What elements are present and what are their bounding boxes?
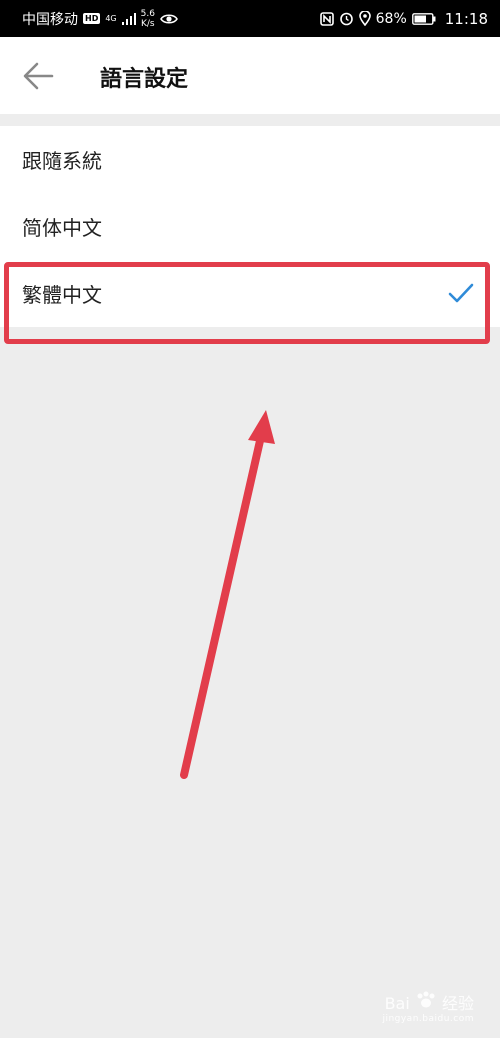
hd-badge: HD [83, 13, 101, 24]
network-type: 4G [105, 14, 117, 23]
watermark-logo: Bai 经验 [382, 990, 474, 1014]
status-bar-right: 68% 11:18 [319, 9, 488, 28]
status-bar-left: 中国移动 HD 4G 5.6 K/s [22, 9, 178, 29]
language-option-simplified-chinese[interactable]: 简体中文 [0, 193, 500, 260]
speed-unit: K/s [140, 18, 155, 29]
location-icon [358, 11, 371, 26]
speed-value: 5.6 [140, 8, 155, 19]
carrier-name: 中国移动 [22, 11, 78, 28]
alarm-icon [339, 12, 353, 26]
screen: 中国移动 HD 4G 5.6 K/s 68% 11:18 語言設定 跟隨系統 简… [0, 0, 500, 1038]
checkmark-icon [448, 283, 474, 303]
battery-percent: 68% [375, 10, 407, 27]
language-option-label: 繁體中文 [22, 283, 102, 307]
battery-icon [411, 12, 436, 25]
app-header: 語言設定 [0, 37, 500, 114]
clock: 11:18 [444, 9, 488, 28]
status-bar: 中国移动 HD 4G 5.6 K/s 68% 11:18 [0, 0, 500, 37]
watermark-url: jingyan.baidu.com [382, 1014, 474, 1024]
language-option-traditional-chinese[interactable]: 繁體中文 [0, 260, 500, 327]
paw-icon [417, 991, 435, 1008]
back-button[interactable] [20, 58, 56, 94]
signal-icon [121, 12, 136, 25]
language-option-label: 跟隨系統 [22, 149, 102, 173]
language-option-label: 简体中文 [22, 216, 102, 240]
nfc-icon [319, 11, 334, 26]
watermark-brand: Bai [384, 994, 410, 1013]
language-option-follow-system[interactable]: 跟隨系統 [0, 126, 500, 193]
baidu-watermark: Bai 经验 jingyan.baidu.com [382, 990, 474, 1024]
arrow-left-icon [23, 62, 54, 90]
language-list: 跟隨系統 简体中文 繁體中文 [0, 126, 500, 327]
page-title: 語言設定 [100, 67, 189, 92]
network-speed: 5.6 K/s [141, 9, 155, 29]
eye-icon [160, 13, 178, 24]
watermark-suffix: 经验 [441, 994, 474, 1013]
